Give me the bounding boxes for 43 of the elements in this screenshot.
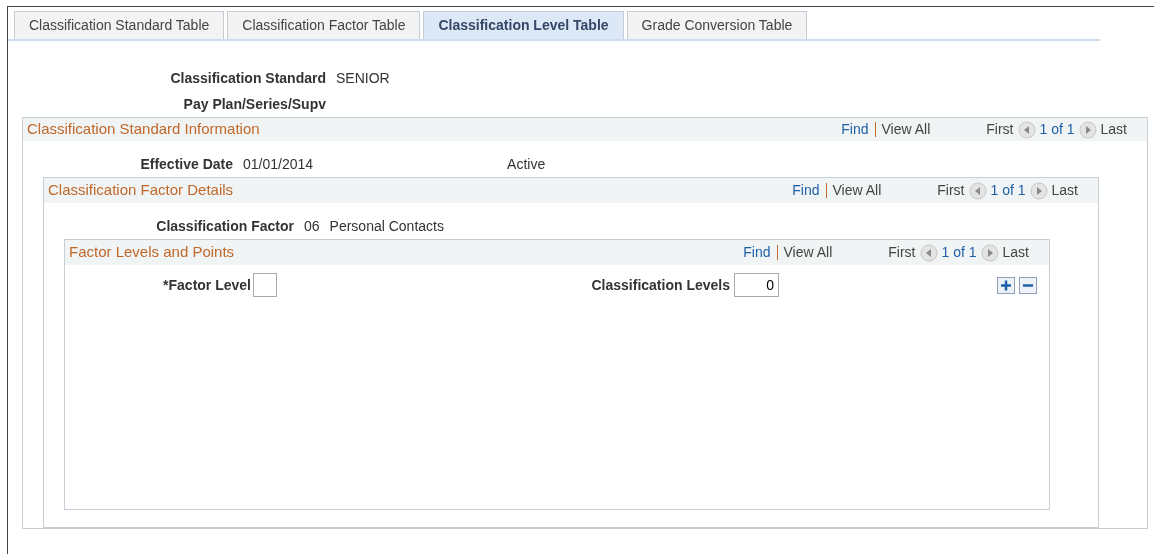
page-counter: 1 of 1	[1039, 120, 1075, 139]
first-link[interactable]: First	[888, 242, 916, 263]
first-link[interactable]: First	[937, 180, 965, 201]
view-all-link[interactable]: View All	[832, 180, 882, 201]
field-label: Classification Standard	[169, 68, 326, 88]
view-all-link[interactable]: View All	[783, 242, 833, 263]
last-link[interactable]: Last	[1100, 119, 1127, 140]
previous-icon[interactable]	[1017, 120, 1036, 139]
section-title: Factor Levels and Points	[69, 242, 235, 263]
field-label: Classification Factor	[155, 216, 294, 236]
field-value: SENIOR	[336, 68, 390, 88]
field-label: Classification Levels	[591, 275, 730, 295]
next-icon[interactable]	[1029, 181, 1048, 200]
field-label: Pay Plan/Series/Supv	[182, 94, 326, 114]
field-value: Personal Contacts	[329, 216, 444, 236]
classification-levels-input[interactable]: 0	[734, 273, 779, 297]
status-text: Active	[507, 154, 546, 174]
field-value: 01/01/2014	[243, 154, 314, 174]
last-link[interactable]: Last	[1002, 242, 1029, 263]
last-link[interactable]: Last	[1051, 180, 1078, 201]
next-icon[interactable]	[1078, 120, 1097, 139]
page-counter: 1 of 1	[941, 243, 977, 262]
factor-level-input[interactable]	[253, 273, 277, 297]
previous-icon[interactable]	[919, 243, 938, 262]
tab[interactable]: Classification Standard Table	[14, 11, 225, 39]
section-title: Classification Standard Information	[27, 119, 260, 140]
field-label: *Factor Level	[162, 275, 251, 295]
field-value: 06	[304, 216, 320, 236]
previous-icon[interactable]	[968, 181, 987, 200]
add-row-icon[interactable]	[997, 276, 1015, 294]
delete-row-icon[interactable]	[1019, 276, 1037, 294]
tab[interactable]: Classification Factor Table	[227, 11, 421, 39]
page-counter: 1 of 1	[990, 181, 1026, 200]
first-link[interactable]: First	[986, 119, 1014, 140]
find-link[interactable]: Find	[792, 180, 820, 201]
tab[interactable]: Grade Conversion Table	[626, 11, 808, 39]
section-title: Classification Factor Details	[48, 180, 234, 201]
find-link[interactable]: Find	[841, 119, 869, 140]
find-link[interactable]: Find	[743, 242, 771, 263]
view-all-link[interactable]: View All	[881, 119, 931, 140]
next-icon[interactable]	[980, 243, 999, 262]
field-label: Effective Date	[139, 154, 233, 174]
tab[interactable]: Classification Level Table	[423, 11, 624, 39]
